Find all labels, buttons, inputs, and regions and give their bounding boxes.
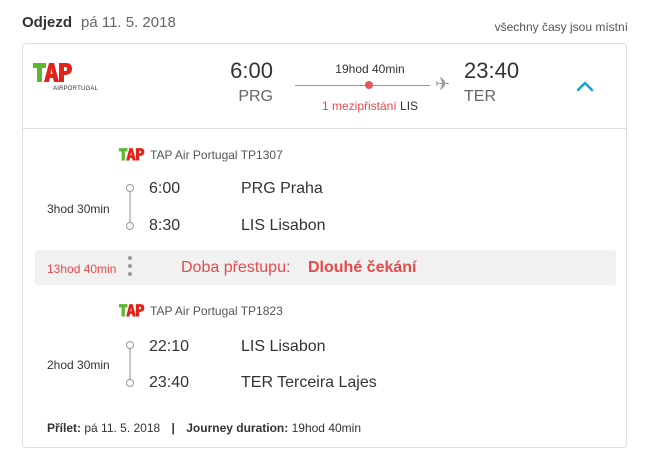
transfer-row: 13hod 40min Doba přestupu: Dlouhé čekání [35, 250, 616, 285]
segment-2-from-time: 22:10 [149, 338, 190, 355]
segment-2-timeline [129, 347, 131, 381]
airplane-icon: ✈ [435, 74, 451, 94]
stops-airport: LIS [400, 99, 419, 113]
segment-2-from-place: LIS Lisabon [241, 338, 326, 355]
summary-arrival-time: 23:40 [464, 58, 520, 83]
chevron-up-icon[interactable] [575, 78, 595, 94]
arrival-footer: Přílet: pá 11. 5. 2018 | Journey duratio… [47, 421, 361, 435]
transfer-label: Doba přestupu: [181, 259, 291, 276]
transfer-dots [128, 256, 132, 280]
summary-arrival-code: TER [464, 88, 496, 105]
tap-airportugal-logo: AIRPORTUGAL [33, 60, 103, 100]
segment-1-duration: 3hod 30min [47, 202, 110, 216]
departure-date: pá 11. 5. 2018 [81, 14, 176, 31]
logo-subtext: AIRPORTUGAL [53, 86, 99, 92]
footer-separator: | [171, 421, 175, 435]
tap-logo-icon [119, 304, 145, 317]
stops-info: 1 mezipřistání LIS [295, 99, 445, 113]
segment-2-duration: 2hod 30min [47, 358, 110, 372]
flight-summary[interactable]: AIRPORTUGAL 6:00 PRG 19hod 40min ✈ 1 mez… [23, 44, 626, 129]
segment-1-start-circle [126, 184, 134, 192]
transfer-warning: Dlouhé čekání [308, 259, 417, 276]
stops-count: 1 mezipřistání [321, 99, 397, 113]
segment-2-to-time: 23:40 [149, 374, 190, 391]
transfer-duration: 13hod 40min [47, 262, 117, 276]
departure-label: Odjezd [22, 14, 73, 31]
tap-logo-icon [33, 63, 72, 82]
segment-airline-name: TAP Air Portugal TP1307 [150, 148, 283, 162]
summary-departure-code: PRG [238, 88, 273, 105]
local-times-note: všechny časy jsou místní [494, 20, 628, 34]
stopover-dot [365, 81, 373, 89]
arrival-date: pá 11. 5. 2018 [84, 421, 161, 435]
segment-1-to-place: LIS Lisabon [241, 217, 326, 234]
segment-1-from-place: PRG Praha [241, 180, 323, 197]
arrival-label: Přílet: [47, 421, 82, 435]
segment-1-end-circle [126, 222, 134, 230]
segment-1-from-time: 6:00 [149, 180, 181, 197]
tap-logo-icon [119, 148, 145, 161]
summary-total-duration: 19hod 40min [335, 62, 405, 76]
segment-1-to-time: 8:30 [149, 217, 181, 234]
flight-card: AIRPORTUGAL 6:00 PRG 19hod 40min ✈ 1 mez… [22, 43, 627, 448]
journey-duration-label: Journey duration: [186, 421, 289, 435]
segment-airline-name: TAP Air Portugal TP1823 [150, 304, 283, 318]
route-line [295, 85, 430, 86]
summary-departure-time: 6:00 [230, 58, 273, 83]
segment-2-end-circle [126, 379, 134, 387]
segment-1-timeline [129, 191, 131, 225]
segment-2-start-circle [126, 341, 134, 349]
segment-2-to-place: TER Terceira Lajes [241, 374, 377, 391]
departure-header: Odjezd pá 11. 5. 2018 všechny časy jsou … [22, 14, 628, 36]
journey-duration-value: 19hod 40min [291, 421, 361, 435]
